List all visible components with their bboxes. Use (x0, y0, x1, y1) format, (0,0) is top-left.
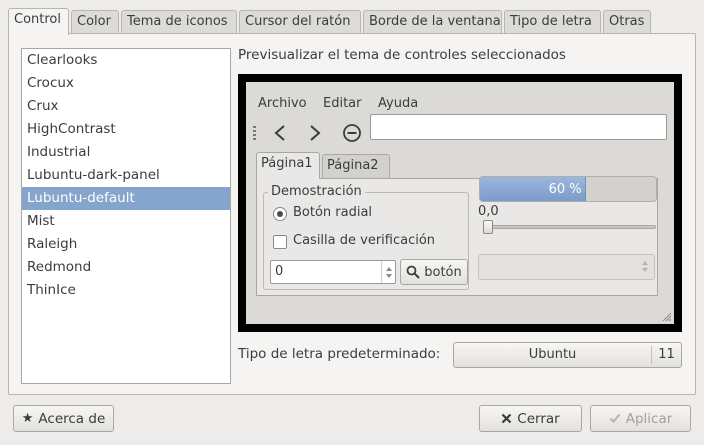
font-size: 11 (658, 347, 675, 362)
theme-item[interactable]: Lubuntu-dark-panel (22, 164, 230, 187)
checkbox[interactable] (273, 235, 287, 249)
resize-grip-icon[interactable] (661, 311, 671, 321)
tab-label: Color (77, 14, 111, 29)
spin-value: 0 (275, 264, 284, 279)
theme-item[interactable]: ThinIce (22, 279, 230, 302)
tab-label: Página1 (261, 156, 313, 171)
tab-label: Borde de la ventana (369, 14, 501, 29)
tab-pagina2[interactable]: Página2 (322, 154, 390, 178)
tab-label: Cursor del ratón (245, 14, 351, 29)
scale-track[interactable] (486, 225, 656, 229)
about-label: Acerca de (38, 410, 106, 427)
search-icon (406, 265, 420, 279)
stop-icon[interactable] (340, 120, 364, 146)
spin-arrows[interactable] (381, 261, 395, 283)
forward-icon[interactable] (303, 120, 327, 146)
toolbar-grip-icon[interactable] (253, 126, 256, 140)
tab-color[interactable]: Color (71, 10, 119, 34)
fieldset-legend: Demostración (268, 184, 365, 199)
tab-label: Página2 (327, 158, 379, 173)
close-icon (502, 413, 512, 424)
theme-item-selected[interactable]: Lubuntu-default (22, 187, 230, 210)
theme-item[interactable]: Industrial (22, 141, 230, 164)
search-button[interactable]: botón (400, 259, 468, 285)
check-icon (609, 413, 620, 423)
combo-arrows-icon (642, 261, 648, 272)
tab-label: Control (14, 12, 61, 27)
theme-item[interactable]: Crocux (22, 72, 230, 95)
preview-frame: Archivo Editar Ayuda Página1 Página2 Dem… (238, 74, 682, 332)
theme-item[interactable]: Redmond (22, 256, 230, 279)
spin-down-icon[interactable] (385, 273, 392, 278)
tab-label: Otras (609, 14, 645, 29)
tab-tema-de-iconos[interactable]: Tema de iconos (121, 10, 237, 34)
demo-fieldset: Demostración Botón radial Casilla de ver… (263, 184, 469, 290)
tab-tipo-de-letra[interactable]: Tipo de letra (504, 10, 601, 34)
button-label: botón (424, 264, 462, 280)
menu-archivo[interactable]: Archivo (258, 96, 307, 111)
tab-label: Tipo de letra (510, 14, 592, 29)
star-icon: ★ (21, 411, 34, 426)
spin-up-icon[interactable] (385, 266, 392, 271)
back-icon[interactable] (268, 120, 292, 146)
theme-item[interactable]: HighContrast (22, 118, 230, 141)
menu-editar[interactable]: Editar (323, 96, 362, 111)
tab-control[interactable]: Control (8, 8, 69, 35)
apply-button[interactable]: Aplicar (590, 405, 691, 432)
font-label: Tipo de letra predeterminado: (238, 346, 441, 362)
tab-pagina1[interactable]: Página1 (256, 152, 320, 179)
font-name: Ubuntu (528, 347, 577, 362)
preview-heading: Previsualizar el tema de controles selec… (238, 47, 566, 63)
about-button[interactable]: ★ Acerca de (13, 405, 114, 432)
theme-item[interactable]: Mist (22, 210, 230, 233)
radio-button[interactable] (273, 207, 287, 221)
preview-area: Archivo Editar Ayuda Página1 Página2 Dem… (246, 82, 674, 324)
tab-label: Tema de iconos (127, 14, 228, 29)
spin-button[interactable]: 0 (270, 260, 396, 284)
tab-otras[interactable]: Otras (603, 10, 651, 34)
theme-item[interactable]: Clearlooks (22, 49, 230, 72)
tab-cursor-del-raton[interactable]: Cursor del ratón (239, 10, 361, 34)
combo-box-disabled (478, 254, 655, 280)
theme-item[interactable]: Raleigh (22, 233, 230, 256)
scale-thumb[interactable] (483, 220, 493, 234)
progress-text: 60 % (548, 181, 582, 197)
inner-page: Demostración Botón radial Casilla de ver… (256, 176, 658, 296)
theme-list[interactable]: Clearlooks Crocux Crux HighContrast Indu… (21, 48, 231, 384)
font-button[interactable]: Ubuntu 11 (453, 342, 682, 368)
toolbar-entry[interactable] (370, 114, 667, 140)
tab-borde-de-la-ventana[interactable]: Borde de la ventana (363, 10, 502, 34)
close-label: Cerrar (517, 410, 560, 427)
checkbox-label: Casilla de verificación (293, 233, 436, 248)
radio-label: Botón radial (293, 205, 373, 220)
progress-bar: 60 % (479, 176, 657, 202)
close-button[interactable]: Cerrar (479, 405, 582, 432)
scale-value: 0,0 (478, 204, 499, 219)
theme-item[interactable]: Crux (22, 95, 230, 118)
apply-label: Aplicar (625, 410, 673, 427)
menu-ayuda[interactable]: Ayuda (378, 96, 418, 111)
